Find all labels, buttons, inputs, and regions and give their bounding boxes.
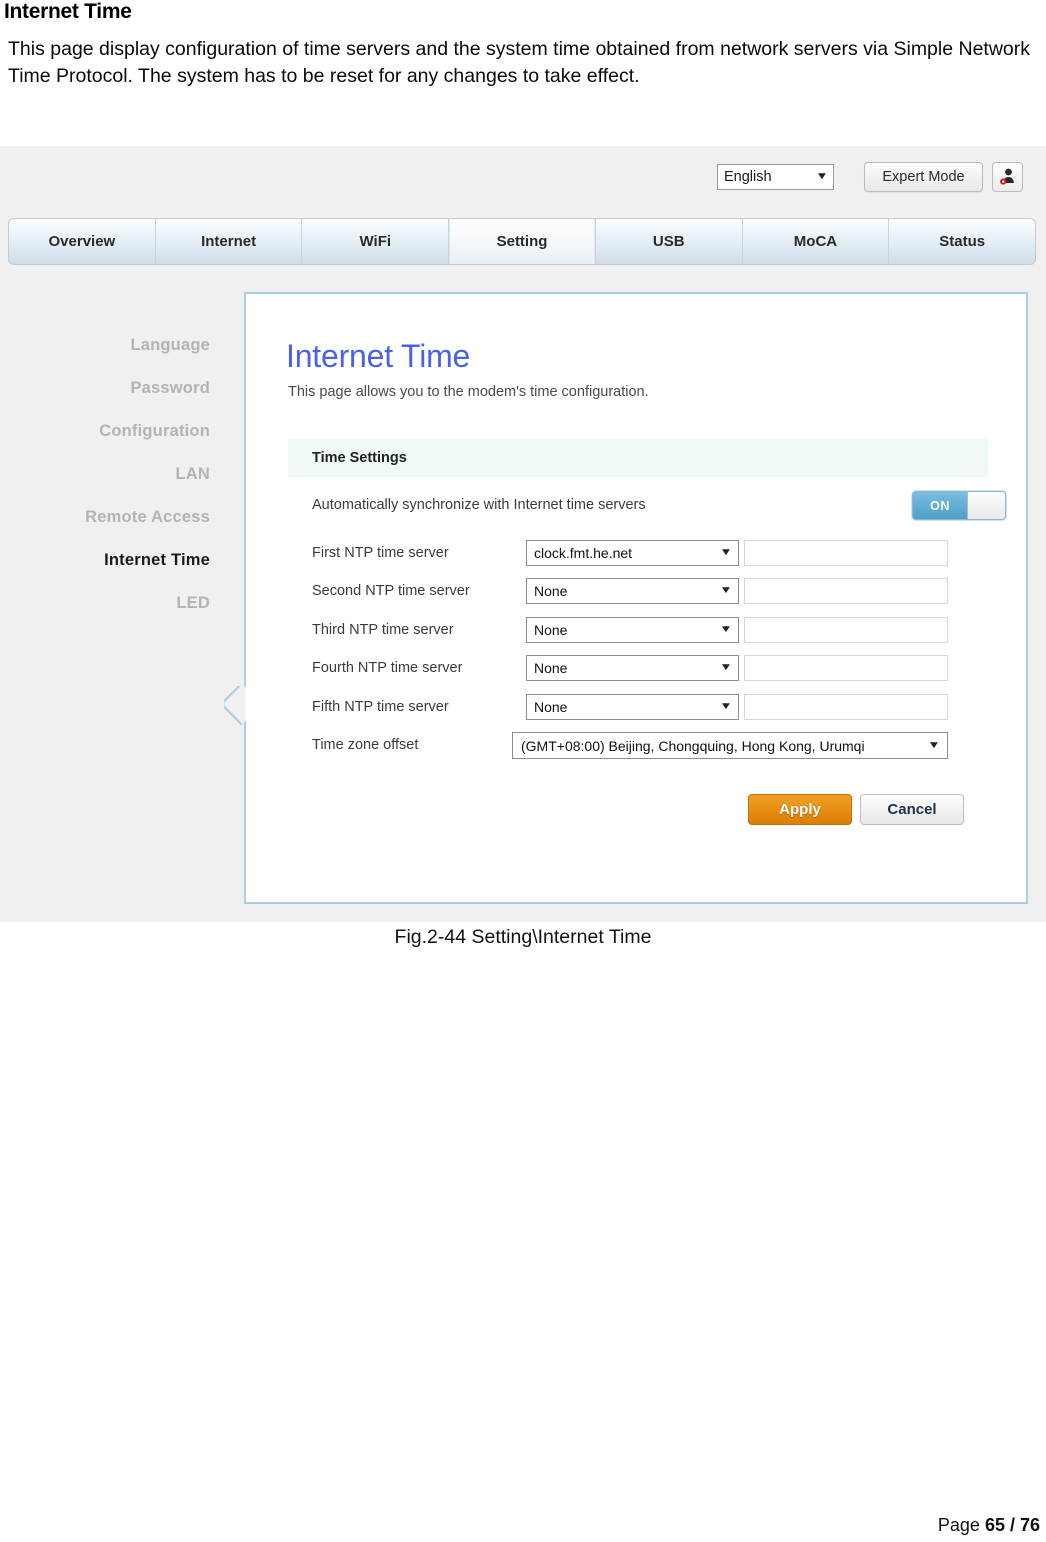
chevron-down-icon: ▼	[719, 662, 733, 673]
page-footer-number: 65 / 76	[984, 1515, 1040, 1535]
sidebar-item-lan[interactable]: LAN	[0, 453, 210, 496]
tab-usb[interactable]: USB	[596, 219, 743, 264]
time-zone-offset-label: Time zone offset	[312, 737, 419, 753]
cancel-button[interactable]: Cancel	[860, 794, 964, 825]
sidebar-item-remote-access[interactable]: Remote Access	[0, 496, 210, 539]
fifth-ntp-select[interactable]: None ▼	[526, 693, 739, 720]
row-auto-sync: Automatically synchronize with Internet …	[288, 490, 1006, 529]
first-ntp-select-value: clock.fmt.he.net	[534, 544, 633, 561]
fifth-ntp-select-value: None	[534, 698, 568, 715]
row-fifth-ntp: Fifth NTP time server None ▼	[288, 692, 988, 731]
row-fourth-ntp: Fourth NTP time server None ▼	[288, 653, 988, 692]
content-panel: Internet Time This page allows you to th…	[244, 292, 1028, 904]
time-settings-form: Automatically synchronize with Internet …	[288, 490, 1006, 769]
fifth-ntp-label: Fifth NTP time server	[312, 698, 449, 715]
chevron-down-icon: ▼	[927, 739, 941, 751]
row-first-ntp: First NTP time server clock.fmt.he.net ▼	[288, 538, 988, 577]
chevron-down-icon: ▼	[815, 171, 829, 182]
language-select[interactable]: English ▼	[717, 164, 834, 190]
tab-wifi[interactable]: WiFi	[302, 219, 450, 264]
section-header-time-settings: Time Settings	[288, 439, 988, 477]
user-admin-icon	[999, 168, 1014, 185]
sidebar-item-password[interactable]: Password	[0, 367, 210, 410]
third-ntp-select[interactable]: None ▼	[526, 616, 739, 643]
figure-caption: Fig.2-44 Setting\Internet Time	[394, 926, 652, 948]
page-description: This page display configuration of time …	[8, 38, 1031, 87]
time-zone-offset-value: (GMT+08:00) Beijing, Chongquing, Hong Ko…	[521, 737, 865, 754]
sidebar-item-configuration[interactable]: Configuration	[0, 410, 210, 453]
sidebar-item-language[interactable]: Language	[0, 324, 210, 367]
tab-moca[interactable]: MoCA	[743, 219, 890, 264]
third-ntp-label: Third NTP time server	[312, 621, 454, 638]
time-zone-offset-select[interactable]: (GMT+08:00) Beijing, Chongquing, Hong Ko…	[512, 732, 948, 759]
tab-overview[interactable]: Overview	[9, 219, 156, 264]
first-ntp-select[interactable]: clock.fmt.he.net ▼	[526, 539, 739, 566]
main-nav-tabs[interactable]: Overview Internet WiFi Setting USB MoCA …	[8, 218, 1036, 265]
fourth-ntp-select-value: None	[534, 660, 568, 676]
first-ntp-label: First NTP time server	[312, 544, 449, 561]
tab-setting[interactable]: Setting	[449, 219, 596, 264]
chevron-down-icon: ▼	[719, 700, 733, 712]
language-select-value: English	[724, 169, 772, 185]
tab-internet[interactable]: Internet	[156, 219, 303, 264]
chevron-down-icon: ▼	[719, 546, 733, 558]
second-ntp-input[interactable]	[744, 578, 948, 604]
chevron-down-icon: ▼	[719, 623, 733, 635]
row-second-ntp: Second NTP time server None ▼	[288, 576, 988, 615]
auto-sync-toggle[interactable]: ON	[912, 491, 1006, 520]
apply-button[interactable]: Apply	[748, 794, 852, 825]
auto-sync-toggle-knob	[967, 492, 1005, 519]
panel-button-row: Apply Cancel	[288, 794, 988, 828]
expert-mode-button[interactable]: Expert Mode	[864, 162, 983, 192]
first-ntp-input[interactable]	[744, 539, 948, 566]
auto-sync-label: Automatically synchronize with Internet …	[312, 497, 646, 513]
user-admin-button[interactable]	[992, 162, 1023, 192]
panel-subtitle: This page allows you to the modem's time…	[288, 384, 649, 400]
page-footer: Page 65 / 76	[938, 1515, 1040, 1536]
router-ui-screenshot: English ▼ Expert Mode Overview Internet …	[0, 146, 1046, 922]
row-third-ntp: Third NTP time server None ▼	[288, 615, 988, 654]
fifth-ntp-input[interactable]	[744, 693, 948, 720]
panel-title: Internet Time	[286, 338, 471, 374]
sidebar-item-internet-time[interactable]: Internet Time	[0, 539, 210, 582]
chevron-down-icon: ▼	[719, 585, 733, 596]
page-title: Internet Time	[4, 0, 132, 23]
row-time-zone-offset: Time zone offset (GMT+08:00) Beijing, Ch…	[288, 730, 988, 769]
tab-status[interactable]: Status	[889, 219, 1035, 264]
second-ntp-select[interactable]: None ▼	[526, 578, 739, 604]
fourth-ntp-select[interactable]: None ▼	[526, 655, 739, 681]
sidebar-item-led[interactable]: LED	[0, 582, 210, 625]
manual-page: Internet Time This page display configur…	[0, 0, 1046, 1542]
ui-topbar: English ▼ Expert Mode	[0, 146, 1046, 210]
panel-pointer-notch	[224, 686, 246, 730]
auto-sync-toggle-state: ON	[913, 492, 967, 519]
third-ntp-input[interactable]	[744, 616, 948, 643]
fourth-ntp-input[interactable]	[744, 655, 948, 681]
second-ntp-select-value: None	[534, 583, 568, 599]
settings-sidebar: Language Password Configuration LAN Remo…	[0, 324, 228, 625]
page-footer-prefix: Page	[937, 1515, 985, 1535]
third-ntp-select-value: None	[534, 621, 568, 638]
fourth-ntp-label: Fourth NTP time server	[312, 660, 463, 676]
second-ntp-label: Second NTP time server	[312, 583, 470, 599]
